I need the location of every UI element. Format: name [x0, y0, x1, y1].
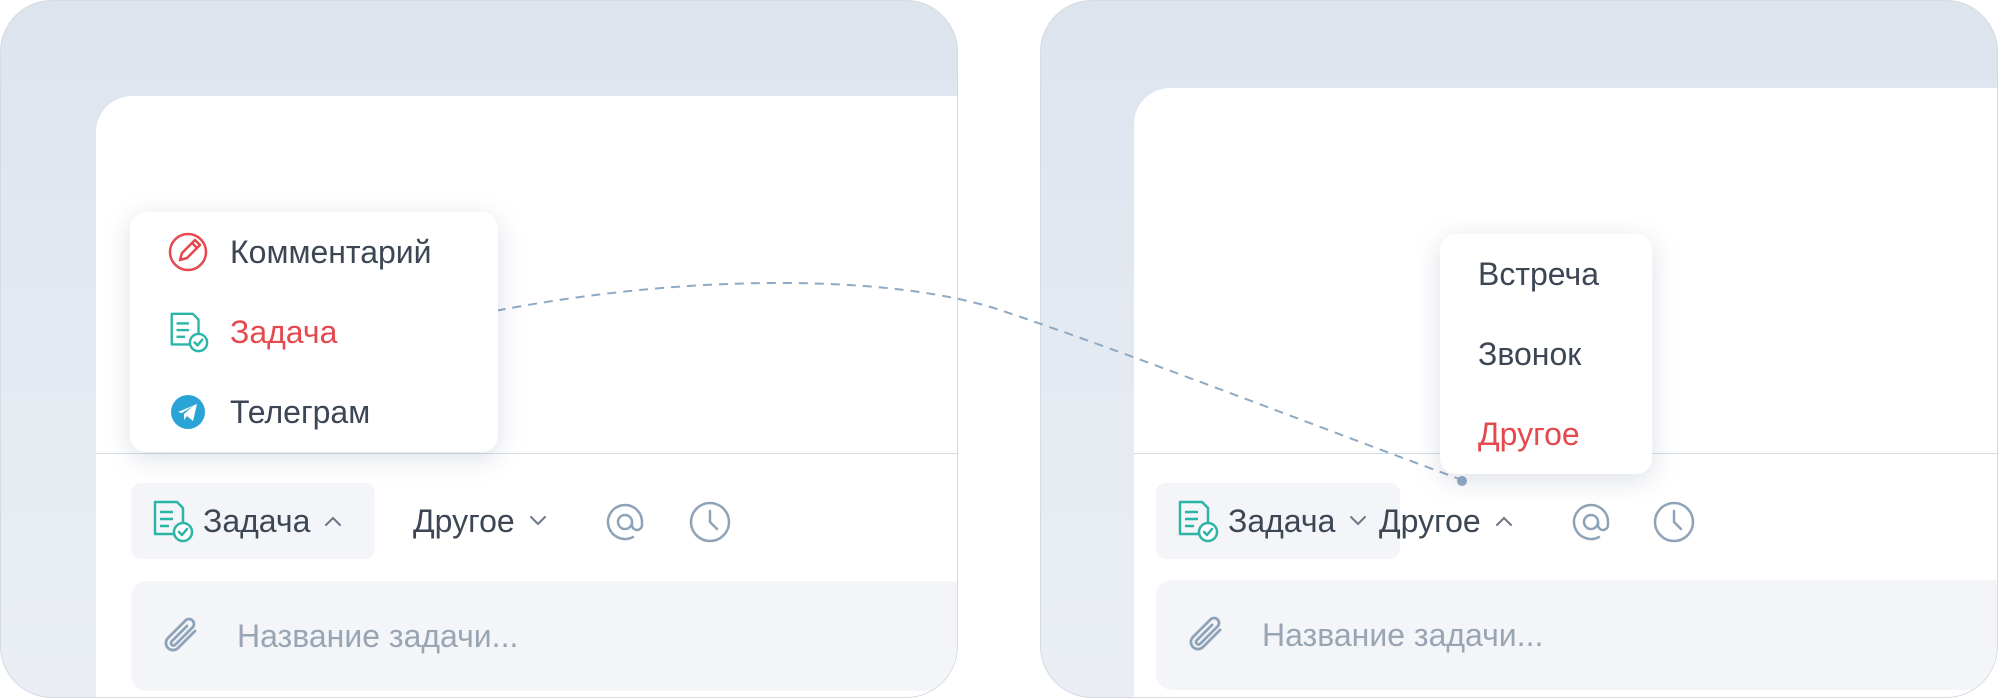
chevron-down-icon — [1350, 516, 1367, 526]
telegram-icon — [171, 395, 205, 429]
menu-item-label: Другое — [1478, 415, 1580, 452]
composer-toolbar: Задача Другое — [1134, 483, 1997, 561]
type-dropdown-button[interactable]: Задача — [131, 483, 375, 559]
chevron-up-icon — [325, 516, 342, 526]
subtype-dropdown-menu: Встреча Звонок Другое — [1440, 234, 1652, 474]
menu-item-other[interactable]: Другое — [1440, 394, 1652, 474]
clock-icon[interactable] — [688, 500, 732, 544]
subtype-dropdown-label: Другое — [1379, 502, 1481, 539]
paperclip-icon[interactable] — [1184, 610, 1230, 660]
subtype-dropdown-label: Другое — [413, 502, 515, 539]
menu-item-task[interactable]: Задача — [130, 292, 498, 372]
menu-item-label: Комментарий — [230, 233, 432, 270]
menu-item-call[interactable]: Звонок — [1440, 314, 1652, 394]
task-name-field[interactable] — [1156, 580, 1997, 690]
divider — [96, 453, 957, 454]
mention-icon[interactable] — [603, 500, 647, 544]
type-dropdown-button[interactable]: Задача — [1156, 483, 1400, 559]
menu-item-label: Встреча — [1478, 255, 1599, 292]
menu-item-label: Звонок — [1478, 335, 1582, 372]
type-dropdown-label: Задача — [1228, 502, 1336, 539]
chevron-up-icon — [1495, 516, 1512, 526]
menu-item-meeting[interactable]: Встреча — [1440, 234, 1652, 314]
composer-toolbar: Задача Другое — [96, 483, 957, 561]
task-name-field[interactable] — [131, 581, 957, 691]
paperclip-icon[interactable] — [159, 611, 205, 661]
menu-item-telegram[interactable]: Телеграм — [130, 372, 498, 452]
subtype-dropdown-button[interactable]: Другое — [413, 483, 547, 559]
task-name-input[interactable] — [235, 616, 799, 656]
menu-item-label: Задача — [230, 313, 338, 350]
mention-icon[interactable] — [1569, 500, 1613, 544]
task-name-input[interactable] — [1260, 615, 1824, 655]
type-dropdown-label: Задача — [203, 502, 311, 539]
subtype-dropdown-button[interactable]: Другое — [1379, 483, 1513, 559]
chevron-down-icon — [529, 516, 546, 526]
clock-icon[interactable] — [1652, 500, 1696, 544]
task-doc-check-icon — [170, 312, 209, 353]
type-dropdown-menu: Комментарий Задача Телеграм — [130, 212, 498, 452]
task-doc-check-icon — [1178, 500, 1219, 543]
comment-pen-icon — [168, 232, 208, 272]
task-doc-check-icon — [153, 500, 194, 543]
menu-item-label: Телеграм — [230, 393, 371, 430]
menu-item-comment[interactable]: Комментарий — [130, 212, 498, 292]
